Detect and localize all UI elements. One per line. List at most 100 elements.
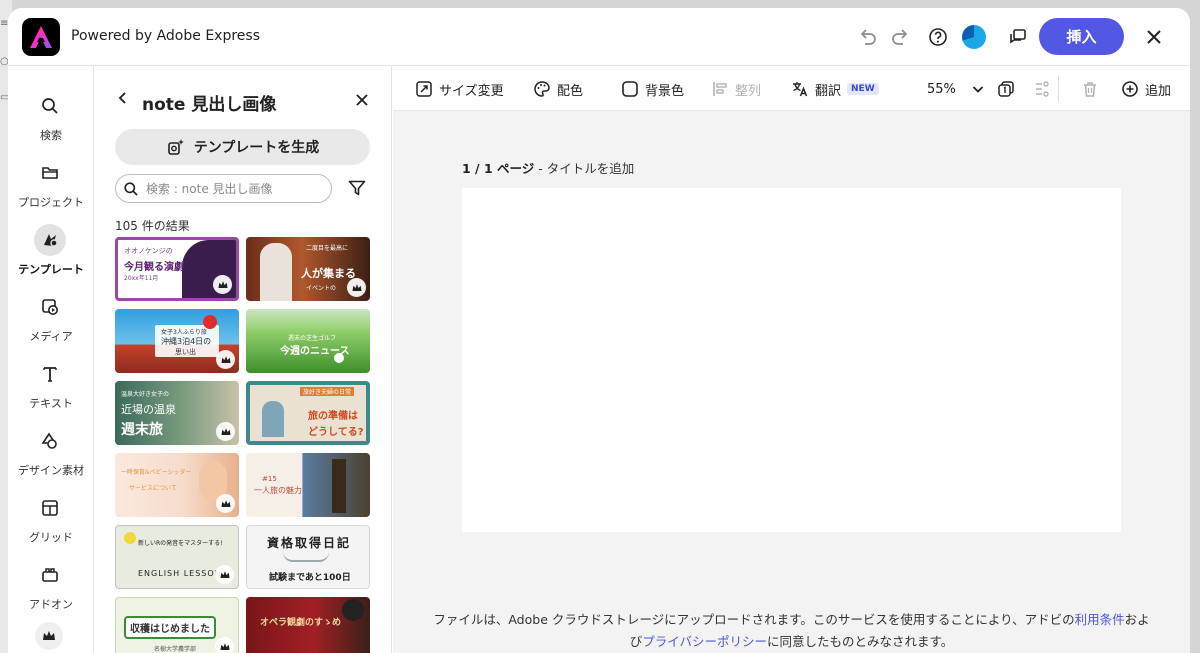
thumbnail-text: 収穫はじめました [124,616,216,639]
golf-ball-graphic [334,353,344,363]
undo-button[interactable] [855,24,881,50]
design-page[interactable] [462,188,1121,532]
legal-text: ファイルは、Adobe クラウドストレージにアップロードされます。このサービスを… [433,612,1075,627]
align-icon [713,82,727,96]
thumbnail-text: 週末の芝生ゴルフ [288,335,337,342]
nav-item-design-assets[interactable]: デザイン素材 [8,417,94,479]
thumbnail-text: #15 [262,475,277,483]
zoom-dropdown[interactable]: 55% [927,78,986,100]
background-color-button[interactable]: 背景色 [621,78,684,100]
align-button[interactable]: 整列 [711,78,761,100]
background-color-label: 背景色 [645,83,685,99]
header: Powered by Adobe Express 挿入 [8,8,1190,66]
folder-icon [34,157,66,189]
lightbulb-graphic [124,532,136,544]
templates-icon [34,224,66,256]
thumbnail-text: オペラ観劇のすゝめ [260,618,342,628]
add-page-button[interactable]: 追加 [1121,78,1171,100]
thumbnail-text: 温泉大好き女子の [121,391,170,398]
generate-template-button[interactable]: テンプレートを生成 [115,129,370,165]
layers-button[interactable] [1033,78,1051,100]
panel-title: note 見出し画像 [142,95,277,115]
nav-item-grid[interactable]: グリッド [8,484,94,546]
layers-icon [1036,81,1049,97]
premium-crown-icon [347,278,366,297]
template-thumbnail[interactable]: #15 一人旅の魅力 [246,453,370,517]
template-thumbnail[interactable]: 資格取得日記 試験まであと100日 [246,525,370,589]
legal-text: に同意したものとみなされます。 [767,634,954,649]
avatar[interactable] [962,25,986,49]
template-thumbnail[interactable]: 一時保育&ベビーシッター サービスについて [115,453,239,517]
legal-notice: ファイルは、Adobe クラウドストレージにアップロードされます。このサービスを… [393,609,1190,653]
terms-link[interactable]: 利用条件 [1075,612,1125,627]
color-scheme-button[interactable]: 配色 [533,78,583,100]
thumbnail-text: 今月観る演劇 [124,262,184,273]
grid-icon [34,492,66,524]
pages-button[interactable] [997,78,1015,100]
close-icon [1147,30,1161,44]
template-thumbnail[interactable]: オペラ観劇のすゝめ [246,597,370,653]
template-search[interactable] [115,174,332,203]
nav-item-addons[interactable]: アドオン [8,551,94,613]
thumbnail-graphic [262,401,284,437]
template-thumbnail[interactable]: 新しいRの発音をマスターする! ENGLISH LESSON [115,525,239,589]
page-title-prompt[interactable]: - タイトルを追加 [534,161,634,176]
premium-crown-icon [216,494,235,513]
search-icon [34,90,66,122]
template-thumbnail[interactable]: 収穫はじめました 名樹大学農学部 [115,597,239,653]
help-button[interactable] [925,24,951,50]
generate-template-icon [167,139,184,155]
nav-item-text[interactable]: テキスト [8,350,94,412]
panel-close-button[interactable] [352,90,372,110]
canvas-area: 1 / 1 ページ - タイトルを追加 ファイルは、Adobe クラウドストレー… [393,111,1190,653]
addons-icon [34,559,66,591]
redo-button[interactable] [887,24,913,50]
nav-item-media[interactable]: メディア [8,283,94,345]
redo-icon [892,29,908,45]
thumbnail-text: ENGLISH LESSON [138,569,222,578]
template-thumbnail[interactable]: 女子3人ふらり旅 沖縄3泊4日の 思い出 [115,309,239,373]
thumbnail-text: 試験まであと100日 [269,573,351,583]
nav-label: プロジェクト [18,196,84,209]
thumbnail-text: イベントの [306,285,337,292]
filter-button[interactable] [346,177,368,199]
nav-label: テキスト [29,397,73,410]
translate-label: 翻訳 [815,83,842,99]
comment-icon [1010,29,1026,44]
template-search-input[interactable] [146,181,321,196]
nav-label: メディア [29,330,73,343]
thumbnail-text: 沖縄3泊4日の [161,337,212,346]
translate-button[interactable]: 翻訳 NEW [791,78,879,100]
thumbnail-text: 20xx年11月 [124,275,159,282]
comments-button[interactable] [1005,24,1031,50]
search-icon [124,181,138,196]
nav-label: グリッド [29,531,73,544]
results-count: 105 件の結果 [115,219,190,233]
help-icon [929,28,947,46]
palette-icon [534,81,550,97]
template-thumbnail[interactable]: 温泉大好き女子の 近場の温泉 週末旅 [115,381,239,445]
nav-label: 検索 [40,129,62,142]
translate-icon [793,82,808,97]
template-thumbnail[interactable]: 二度目を最高に 人が集まる イベントの [246,237,370,301]
resize-button[interactable]: サイズ変更 [415,78,504,100]
nav-item-projects[interactable]: プロジェクト [8,149,94,211]
thumbnail-text: 資格取得日記 [267,536,352,550]
page-label: 1 / 1 ページ - タイトルを追加 [462,158,634,177]
template-thumbnail[interactable]: 週末の芝生ゴルフ 今週のニュース [246,309,370,373]
template-thumbnail[interactable]: オオノケンジの 今月観る演劇 20xx年11月 [115,237,239,301]
insert-button[interactable]: 挿入 [1039,18,1124,55]
shapes-icon [34,425,66,457]
close-modal-button[interactable] [1141,24,1167,50]
nav-item-search[interactable]: 検索 [8,82,94,144]
nav-item-templates[interactable]: テンプレート [8,216,94,278]
template-thumbnail[interactable]: 旅好き夫婦の日常 旅の準備は どうしてる? [246,381,370,445]
resize-icon [416,81,432,97]
thumbnail-text: どうしてる? [308,427,364,438]
filter-icon [348,180,366,196]
crown-icon [43,631,55,640]
privacy-policy-link[interactable]: プライバシーポリシー [642,634,767,649]
delete-button[interactable] [1081,78,1099,100]
premium-crown-button[interactable] [35,622,63,650]
back-button[interactable] [114,88,132,108]
